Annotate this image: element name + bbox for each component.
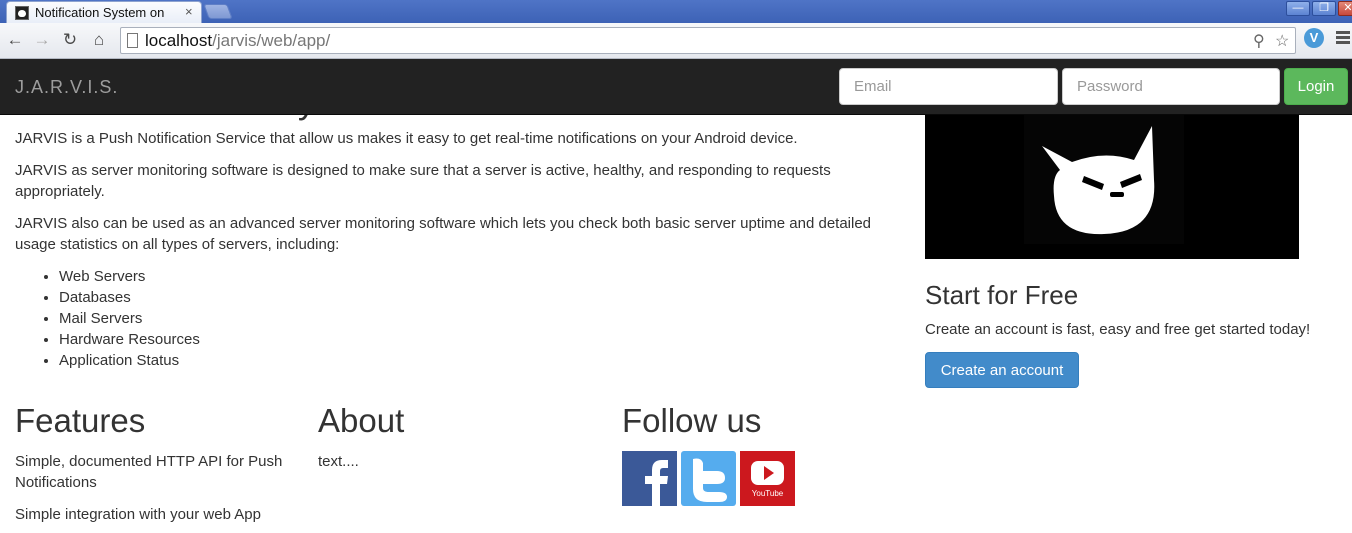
list-item: Web Servers [59, 266, 200, 287]
tab-close-icon[interactable]: × [185, 4, 193, 19]
create-account-button[interactable]: Create an account [925, 352, 1079, 388]
address-bar[interactable]: localhost/jarvis/web/app/ ⚲ ☆ [120, 27, 1296, 54]
intro-paragraph: JARVIS as server monitoring software is … [15, 162, 831, 200]
page-content: JARVIS is a Push Notification Service th… [0, 114, 1352, 533]
server-type-list: Web Servers Databases Mail Servers Hardw… [59, 266, 200, 371]
minimize-button[interactable]: — [1286, 1, 1310, 16]
browser-menu-icon[interactable] [1336, 31, 1350, 46]
url-text[interactable]: localhost/jarvis/web/app/ [145, 31, 330, 51]
list-item: Mail Servers [59, 308, 200, 329]
password-field[interactable] [1062, 68, 1280, 105]
reload-icon[interactable]: ↻ [59, 29, 81, 51]
feature-item: Simple, documented HTTP API for Push Not… [15, 453, 283, 491]
youtube-label: YouTube [752, 489, 784, 498]
new-tab-button[interactable] [203, 4, 233, 19]
intro-paragraph: JARVIS also can be used as an advanced s… [15, 215, 872, 253]
jarvis-favicon-icon [15, 6, 29, 20]
twitter-icon[interactable] [681, 451, 736, 506]
home-icon[interactable]: ⌂ [88, 29, 110, 51]
zoom-icon[interactable]: ⚲ [1253, 31, 1265, 51]
start-free-title: Start for Free [925, 280, 1079, 310]
restore-button[interactable]: ❐ [1312, 1, 1336, 16]
email-field[interactable] [839, 68, 1058, 105]
list-item: Databases [59, 287, 200, 308]
about-text: text.... [318, 453, 359, 470]
youtube-icon[interactable]: YouTube [740, 451, 795, 506]
features-title: Features [15, 402, 146, 439]
list-item: Application Status [59, 350, 200, 371]
feature-item: Simple integration with your web App [15, 506, 261, 523]
bookmark-star-icon[interactable]: ☆ [1275, 31, 1289, 51]
start-free-text: Create an account is fast, easy and free… [925, 321, 1311, 338]
forward-arrow-icon[interactable]: → [31, 29, 53, 51]
about-title: About [318, 402, 405, 439]
extension-icon[interactable]: V [1304, 28, 1324, 48]
login-button[interactable]: Login [1284, 68, 1348, 105]
page-icon [127, 33, 138, 48]
browser-tab[interactable]: Notification System on × [6, 1, 202, 23]
tab-title: Notification System on [35, 5, 165, 20]
list-item: Hardware Resources [59, 329, 200, 350]
browser-tabstrip: Notification System on × — ❐ ✕ [0, 0, 1352, 23]
intro-paragraph: JARVIS is a Push Notification Service th… [15, 130, 798, 147]
follow-title: Follow us [622, 402, 762, 439]
facebook-icon[interactable] [622, 451, 677, 506]
close-window-button[interactable]: ✕ [1338, 1, 1352, 16]
browser-toolbar: ← → ↻ ⌂ localhost/jarvis/web/app/ ⚲ ☆ V [0, 23, 1352, 59]
back-arrow-icon[interactable]: ← [4, 29, 26, 51]
cat-face-icon [1042, 126, 1155, 235]
brand-logo[interactable]: J.A.R.V.I.S. [15, 77, 118, 98]
jarvis-mascot-image [925, 114, 1299, 259]
top-navbar: J.A.R.V.I.S. Login [0, 59, 1352, 115]
